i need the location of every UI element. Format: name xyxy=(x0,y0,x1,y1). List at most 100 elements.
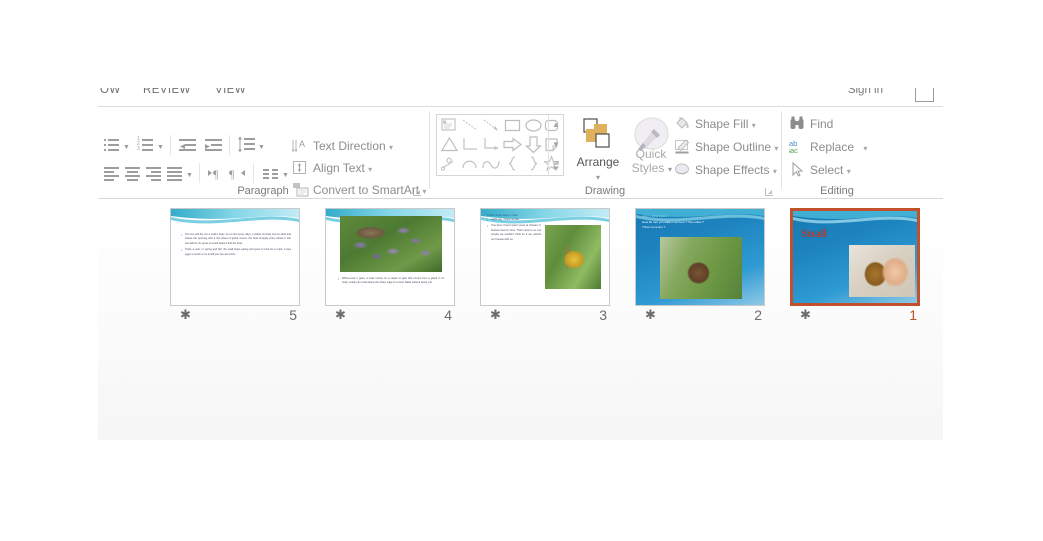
bullets-dropdown-icon[interactable]: ▼ xyxy=(122,135,131,155)
quick-styles-button[interactable]: Quick Styles ▾ xyxy=(626,111,676,185)
justify-button[interactable] xyxy=(165,163,185,183)
find-label: Find xyxy=(810,117,834,131)
slide-5-bullet-2: Twice a year, in spring and fall, the sn… xyxy=(181,248,291,257)
line-spacing-button[interactable] xyxy=(237,135,257,155)
gallery-more-icon[interactable] xyxy=(549,155,563,175)
paragraph-dialog-launcher[interactable] xyxy=(413,187,422,196)
align-text-label: Align Text xyxy=(313,161,365,175)
shapes-gallery-scrollbar[interactable]: ▲ ▼ xyxy=(548,115,563,175)
gallery-scroll-down-icon[interactable]: ▼ xyxy=(549,135,563,155)
slide-4-meta: ✱ 4 xyxy=(325,307,455,325)
slide-thumbnail-1[interactable]: Snail ✱ 1 xyxy=(790,208,920,323)
slide-1-number: 1 xyxy=(909,307,917,323)
align-center-button[interactable] xyxy=(123,163,143,183)
slide-2-line-2: Three more lies ? xyxy=(642,225,666,229)
select-button[interactable]: Select ▾ xyxy=(788,159,851,181)
shape-outline-label: Shape Outline xyxy=(695,140,772,154)
slide-5-meta: ✱ 5 xyxy=(170,307,300,325)
numbering-dropdown-icon[interactable]: ▼ xyxy=(156,135,165,155)
slide-2-frame[interactable]: I don' t think a pen. How far can you wa… xyxy=(635,208,765,306)
down-arrow-shape[interactable] xyxy=(523,135,544,154)
shape-fill-caret-icon[interactable]: ▾ xyxy=(752,121,756,130)
slide-thumbnail-3[interactable]: That’s how fast a snail might say. That'… xyxy=(480,208,610,323)
ribbon-group-editing: Find ab ac Replace ▾ Select ▾ Editing xyxy=(782,107,892,198)
paint-bucket-icon xyxy=(674,115,692,133)
rectangle-shape[interactable] xyxy=(502,116,523,135)
triangle-shape[interactable] xyxy=(439,135,460,154)
elbow-connector-shape[interactable] xyxy=(460,135,481,154)
columns-dropdown-icon[interactable]: ▼ xyxy=(281,163,290,183)
replace-ab-ac-icon: ab ac xyxy=(788,138,807,156)
tab-review[interactable]: REVIEW xyxy=(143,88,191,96)
align-left-button[interactable] xyxy=(102,163,122,183)
slide-5-frame[interactable]: The sun will dry out a snail's body, so … xyxy=(170,208,300,306)
oval-shape[interactable] xyxy=(523,116,544,135)
scribble-shape[interactable] xyxy=(439,154,460,173)
arrange-caret-icon[interactable]: ▾ xyxy=(573,173,623,182)
tab-slide-show[interactable]: OW xyxy=(100,88,121,96)
columns-button[interactable] xyxy=(261,163,281,183)
slide-4-animation-star-icon: ✱ xyxy=(335,307,346,322)
find-button[interactable]: Find xyxy=(788,113,833,135)
justify-dropdown-icon[interactable]: ▼ xyxy=(185,163,194,183)
elbow-arrow-connector-shape[interactable] xyxy=(481,135,502,154)
shapes-gallery[interactable]: ▲ ▼ xyxy=(436,114,564,176)
right-to-left-direction-button[interactable]: ¶ xyxy=(228,163,248,183)
shape-outline-caret-icon[interactable]: ▾ xyxy=(774,144,778,153)
gallery-scroll-up-icon[interactable]: ▲ xyxy=(549,115,563,135)
yellow-snail-on-stem-photo xyxy=(545,225,601,289)
select-caret-icon[interactable]: ▾ xyxy=(847,167,851,176)
bullets-button[interactable] xyxy=(102,135,122,155)
slide-thumbnail-2[interactable]: I don' t think a pen. How far can you wa… xyxy=(635,208,765,323)
slide-wave-decoration xyxy=(171,209,299,224)
numbering-button[interactable]: 1 2 3 xyxy=(136,135,156,155)
align-text-caret-icon[interactable]: ▾ xyxy=(368,165,372,174)
slide-thumbnail-4[interactable]: Where-ever it goes, a snail moves on a c… xyxy=(325,208,455,323)
slide-thumbnail-strip: The sun will dry out a snail's body, so … xyxy=(98,199,943,324)
right-arrow-shape[interactable] xyxy=(502,135,523,154)
increase-indent-button[interactable] xyxy=(204,135,224,155)
restore-window-icon[interactable] xyxy=(915,88,934,102)
slide-5-bullet-1: The sun will dry out a snail's body, so … xyxy=(181,232,291,246)
text-direction-caret-icon[interactable]: ▾ xyxy=(389,143,393,152)
ribbon-shell: OW REVIEW VIEW Sign in ▼ 1 2 3 ▼ ▼ ▼ ¶ ¶… xyxy=(98,88,943,440)
line-shape[interactable] xyxy=(460,116,481,135)
text-direction-label: Text Direction xyxy=(313,139,386,153)
shape-effects-icon xyxy=(674,161,692,179)
right-brace-shape[interactable] xyxy=(523,154,544,173)
slide-3-frame[interactable]: That’s how fast a snail might say. That'… xyxy=(480,208,610,306)
align-text-button[interactable]: Align Text ▾ xyxy=(291,157,372,179)
paragraph-group-label: Paragraph xyxy=(237,185,289,197)
replace-button[interactable]: ab ac Replace ▾ xyxy=(788,136,867,158)
left-brace-shape[interactable] xyxy=(502,154,523,173)
line-spacing-dropdown-icon[interactable]: ▼ xyxy=(257,135,266,155)
powerpoint-window: OW REVIEW VIEW Sign in ▼ 1 2 3 ▼ ▼ ▼ ¶ ¶… xyxy=(0,0,1043,541)
slide-3-animation-star-icon: ✱ xyxy=(490,307,501,322)
slide-5-number: 5 xyxy=(289,307,297,323)
left-to-right-direction-button[interactable]: ¶ xyxy=(207,163,227,183)
slide-1-frame[interactable]: Snail xyxy=(790,208,920,306)
editing-group-label: Editing xyxy=(820,185,854,197)
text-box-shape[interactable] xyxy=(439,116,460,135)
double-arc-shape[interactable] xyxy=(481,154,502,173)
arrow-shape[interactable] xyxy=(481,116,502,135)
drawing-dialog-launcher[interactable] xyxy=(765,187,774,196)
sign-in-button[interactable]: Sign in xyxy=(848,88,883,96)
text-direction-button[interactable]: A Text Direction ▾ xyxy=(291,135,393,157)
shape-effects-caret-icon[interactable]: ▾ xyxy=(773,167,777,176)
shape-outline-button[interactable]: Shape Outline ▾ xyxy=(673,136,778,158)
slide-4-frame[interactable]: Where-ever it goes, a snail moves on a c… xyxy=(325,208,455,306)
shape-effects-button[interactable]: Shape Effects ▾ xyxy=(673,159,777,181)
shape-fill-button[interactable]: Shape Fill ▾ xyxy=(673,113,756,135)
arrange-icon xyxy=(583,118,610,148)
slide-2-line-1: How far can you walk in an hour ? Two mi… xyxy=(642,220,704,224)
tab-view[interactable]: VIEW xyxy=(215,88,246,96)
shape-effects-label: Shape Effects xyxy=(695,163,770,177)
replace-caret-icon[interactable]: ▾ xyxy=(863,144,867,153)
decrease-indent-button[interactable] xyxy=(178,135,198,155)
arc-shape[interactable] xyxy=(460,154,481,173)
align-right-button[interactable] xyxy=(144,163,164,183)
slide-2-animation-star-icon: ✱ xyxy=(645,307,656,322)
slide-thumbnail-5[interactable]: The sun will dry out a snail's body, so … xyxy=(170,208,300,323)
arrange-button[interactable]: Arrange ▾ xyxy=(573,111,623,185)
